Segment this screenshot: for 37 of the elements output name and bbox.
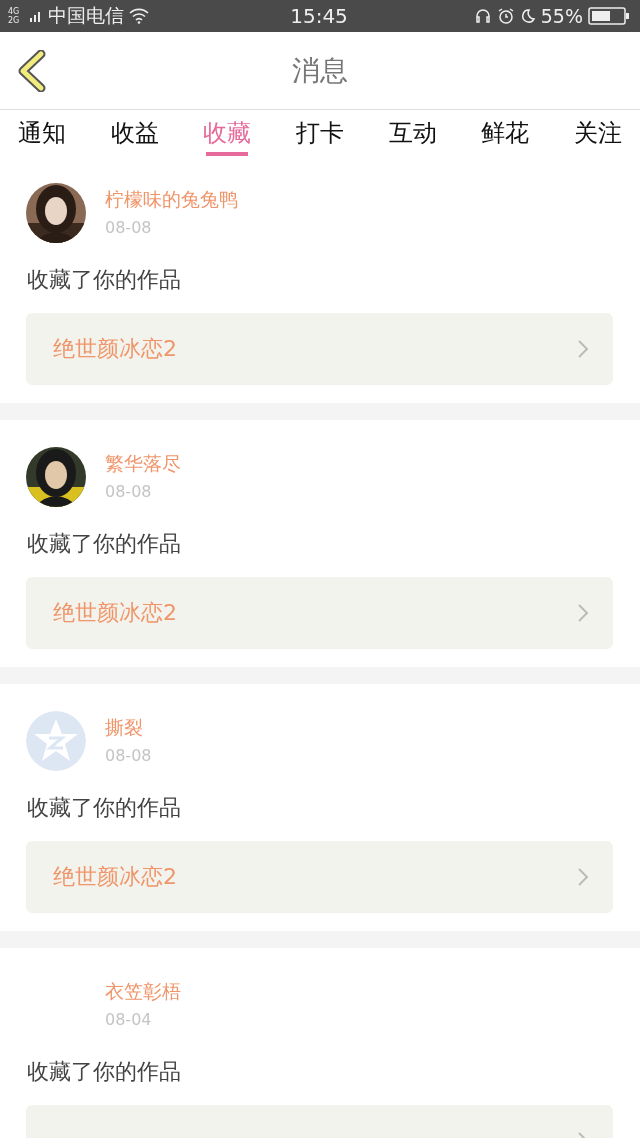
wifi-icon — [129, 8, 149, 24]
chevron-right-icon — [577, 603, 589, 623]
message-date: 08-04 — [105, 1010, 153, 1029]
user-name[interactable]: 衣笠彰梧 — [105, 979, 181, 1005]
network-type: 4G 2G — [8, 7, 21, 25]
message-text: 收藏了你的作品 — [27, 266, 182, 294]
clock-time: 15:45 — [290, 4, 348, 28]
chevron-right-icon — [577, 867, 589, 887]
message-date: 08-08 — [105, 482, 153, 501]
alarm-icon — [496, 7, 515, 25]
chevron-right-icon — [577, 339, 589, 359]
tab[interactable]: 互动 — [378, 110, 447, 156]
tab[interactable]: 通知 — [8, 110, 76, 156]
battery-percent: 55% — [540, 5, 583, 27]
work-link[interactable]: 绝世颜冰恋2 — [26, 841, 613, 913]
user-name[interactable]: 撕裂 — [105, 715, 152, 741]
work-link[interactable]: 绝世颜冰恋2 — [26, 313, 613, 385]
user-name[interactable]: 柠檬味的兔兔鸭 — [105, 187, 238, 213]
tab[interactable]: 鲜花 — [471, 110, 540, 156]
tab[interactable]: 收益 — [100, 110, 169, 156]
tab[interactable]: 打卡 — [285, 110, 354, 156]
headset-icon — [473, 7, 492, 25]
signal-icon — [29, 9, 43, 23]
message-text: 收藏了你的作品 — [27, 794, 182, 822]
moon-icon — [519, 8, 536, 24]
message-date: 08-08 — [105, 746, 152, 765]
battery-icon — [588, 7, 630, 25]
user-name[interactable]: 繁华落尽 — [105, 451, 181, 477]
message-text: 收藏了你的作品 — [27, 530, 182, 558]
work-link[interactable]: 绝世颜冰恋2 — [26, 577, 613, 649]
tab[interactable]: 关注 — [563, 110, 632, 156]
message-date: 08-08 — [105, 218, 153, 237]
page-title: 消息 — [292, 52, 348, 89]
default-avatar-icon — [26, 711, 86, 771]
carrier-name: 中国电信 — [48, 3, 124, 28]
message-text: 收藏了你的作品 — [27, 1058, 182, 1086]
tab[interactable]: 收藏 — [193, 110, 262, 156]
